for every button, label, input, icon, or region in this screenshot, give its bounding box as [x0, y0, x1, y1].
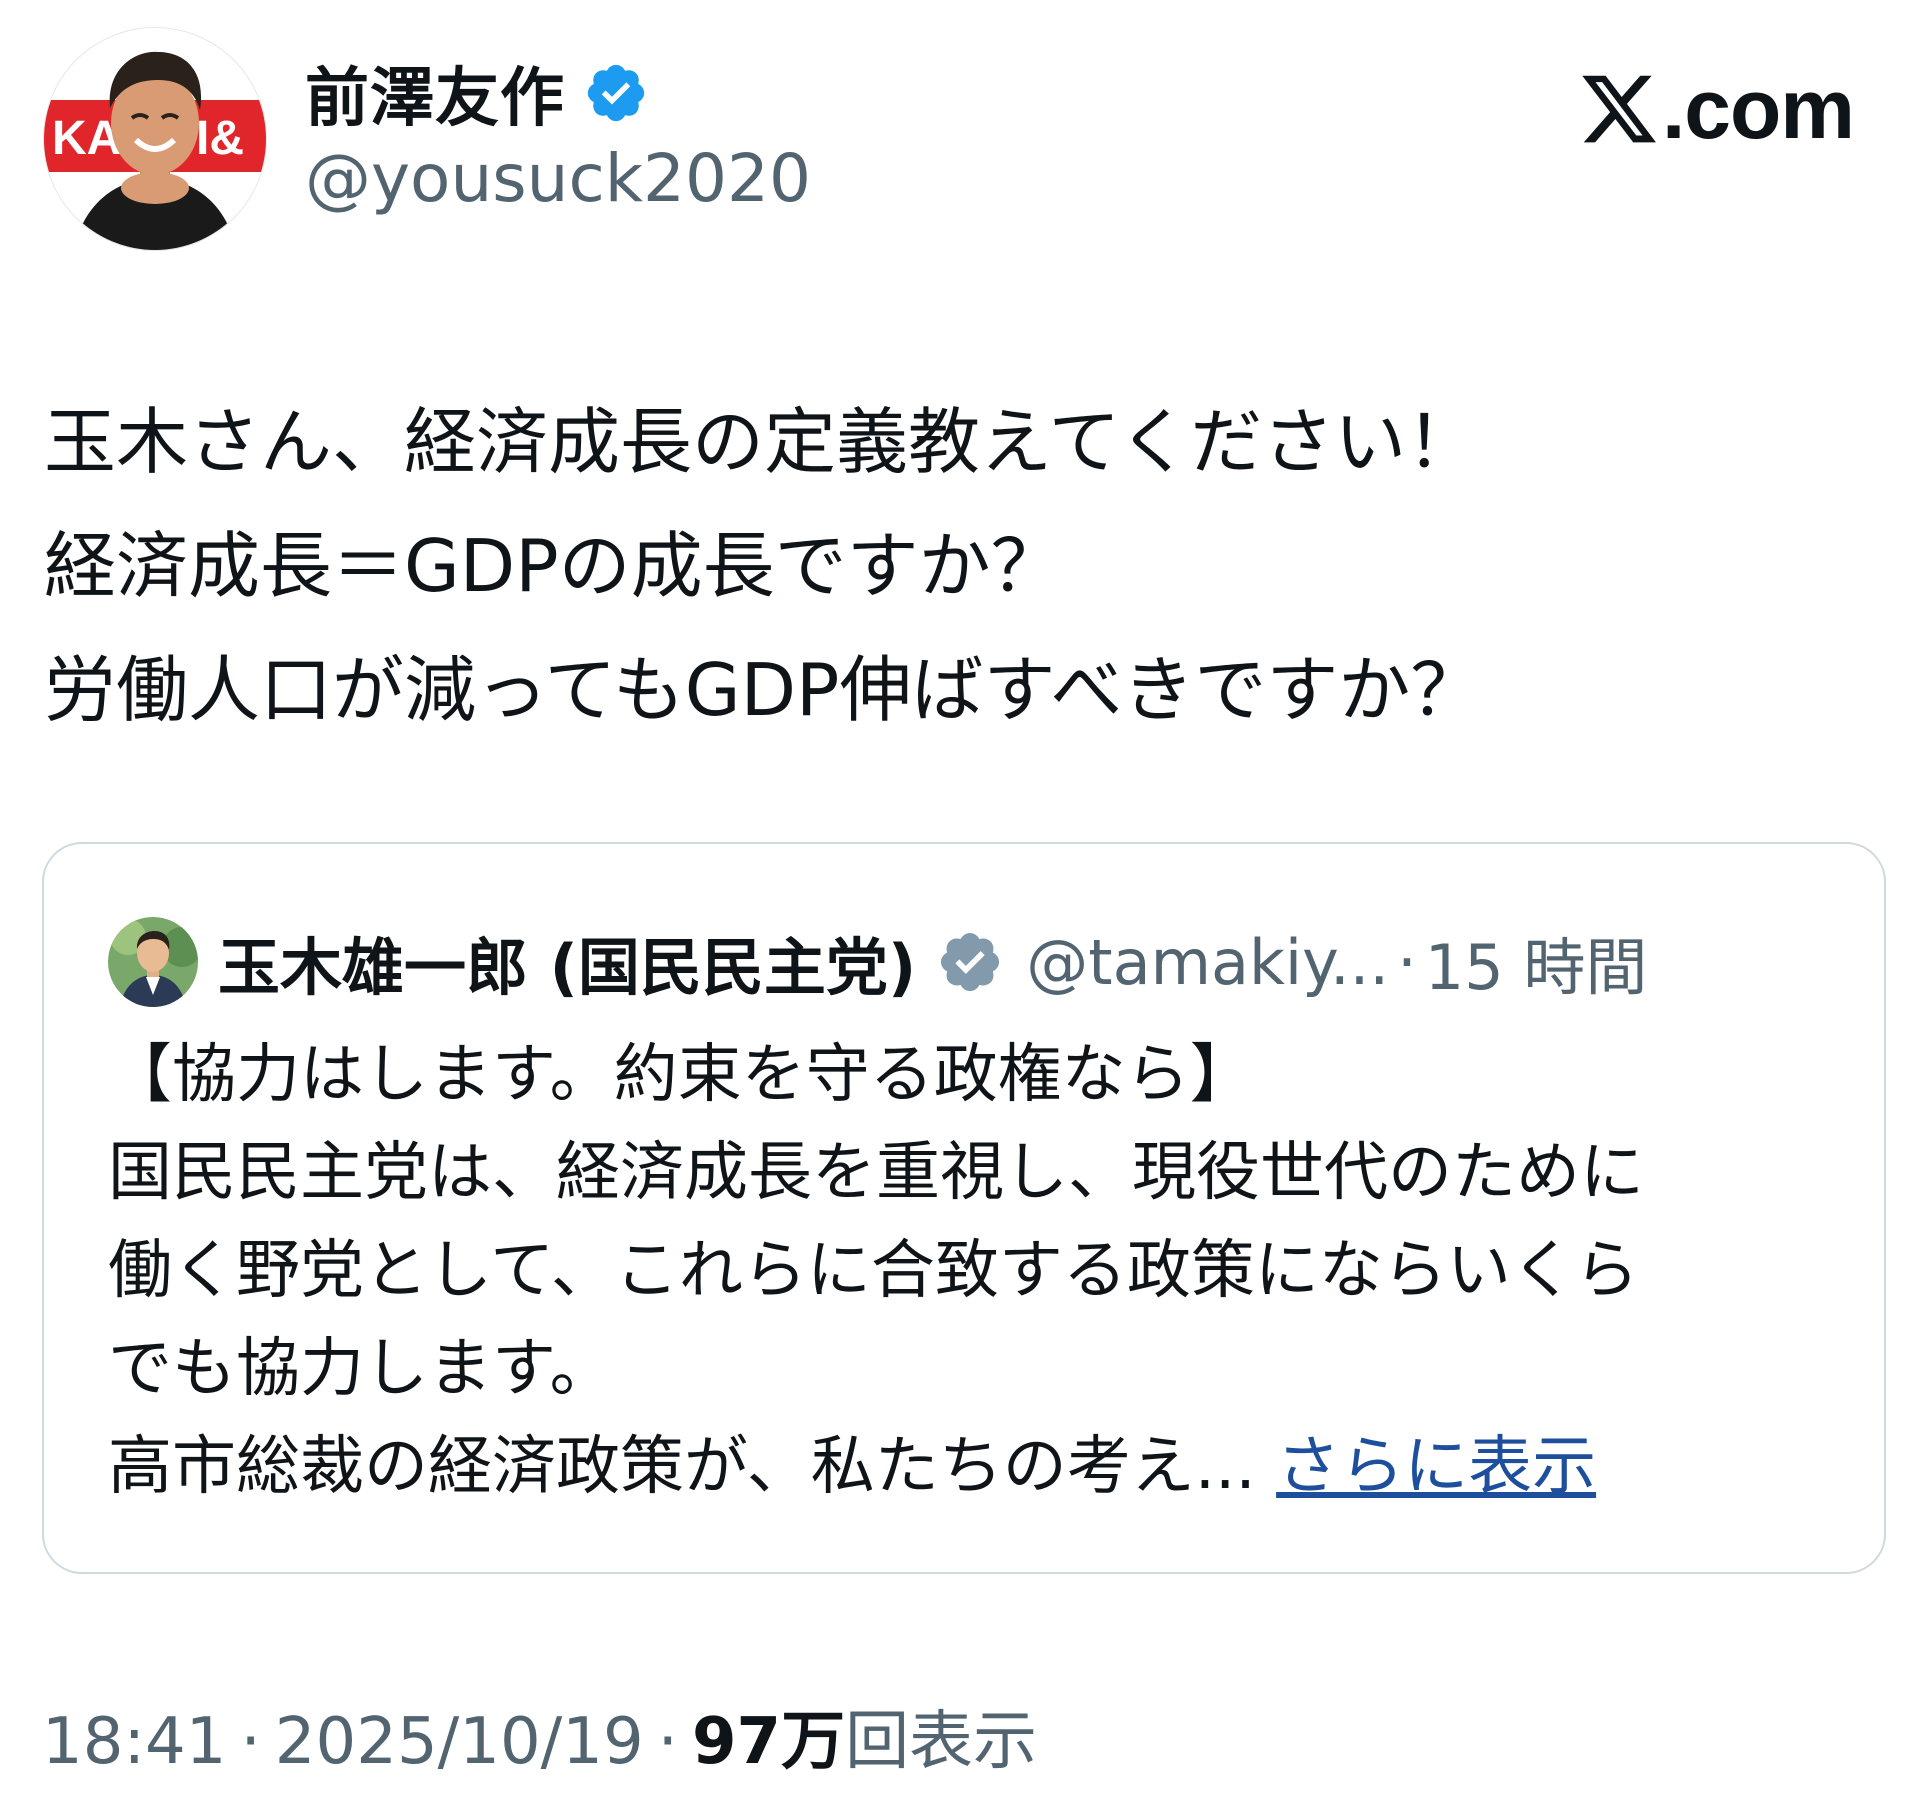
- x-logo-icon: [1582, 75, 1656, 143]
- author-display-name[interactable]: 前澤友作: [305, 47, 565, 139]
- tweet-date[interactable]: 2025/10/19: [275, 1705, 644, 1779]
- tweet-time[interactable]: 18:41: [42, 1705, 226, 1779]
- tweet-meta: 18:41 · 2025/10/19 · 97万 回表示: [42, 1690, 1037, 1782]
- verified-badge-gray-icon: [936, 928, 1004, 996]
- quoted-tweet-line: 国民民主党は、経済成長を重視し、現役世代のために: [108, 1136, 1644, 1210]
- quoted-tweet-body: 【協力はします。約束を守る政権なら】 国民民主党は、経済成長を重視し、現役世代の…: [108, 1026, 1848, 1516]
- author-handle[interactable]: @yousuck2020: [305, 140, 811, 217]
- quoted-tweet-line: 【協力はします。約束を守る政権なら】: [108, 1038, 1254, 1112]
- author-avatar-image: KA I&: [44, 28, 266, 250]
- quoted-tweet-header: 玉木雄一郎 (国民民主党) @tamakiy... · 15 時間: [108, 912, 1647, 1012]
- quoted-author-avatar-image: [108, 917, 198, 1007]
- author-avatar[interactable]: KA I&: [44, 28, 266, 250]
- quoted-author-avatar[interactable]: [108, 917, 198, 1007]
- quoted-author-display-name[interactable]: 玉木雄一郎 (国民民主党): [218, 917, 916, 1007]
- views-count: 97万: [692, 1705, 846, 1779]
- meta-separator: ·: [240, 1705, 261, 1779]
- tweet-line: 労働人口が減ってもGDP伸ばすべきですか？: [44, 648, 1483, 732]
- quoted-tweet-card[interactable]: 玉木雄一郎 (国民民主党) @tamakiy... · 15 時間 【協力はしま…: [42, 842, 1886, 1574]
- show-more-link[interactable]: さらに表示: [1276, 1430, 1596, 1504]
- tweet-body: 玉木さん、経済成長の定義教えてください！ 経済成長＝GDPの成長ですか？ 労働人…: [44, 380, 1874, 752]
- quoted-separator: ·: [1397, 925, 1417, 999]
- x-logo-text: .com: [1661, 61, 1855, 156]
- svg-text:KA: KA: [52, 112, 121, 165]
- tweet-line: 玉木さん、経済成長の定義教えてください！: [44, 400, 1479, 484]
- quoted-tweet-last-line: 高市総裁の経済政策が、私たちの考え... さらに表示: [108, 1418, 1848, 1516]
- meta-separator: ·: [657, 1705, 678, 1779]
- tweet-line: 経済成長＝GDPの成長ですか？: [44, 524, 1063, 608]
- author-name-row[interactable]: 前澤友作: [305, 48, 649, 138]
- views-label: 回表示: [845, 1705, 1038, 1779]
- verified-badge-icon: [583, 60, 649, 126]
- quoted-tweet-line: でも協力します。: [108, 1332, 614, 1406]
- tweet-card: KA I& 前澤友作 @yousuck2020 .com 玉木さん、経済成長の定…: [0, 0, 1920, 1800]
- quoted-tweet-line: 働く野党として、これらに合致する政策にならいくら: [108, 1234, 1639, 1308]
- quoted-author-handle[interactable]: @tamakiy...: [1026, 926, 1389, 999]
- quoted-timestamp[interactable]: 15 時間: [1425, 917, 1648, 1007]
- quoted-tweet-truncated-text: 高市総裁の経済政策が、私たちの考え...: [108, 1430, 1256, 1504]
- svg-text:I&: I&: [196, 112, 244, 165]
- x-brand: .com: [1578, 54, 1855, 164]
